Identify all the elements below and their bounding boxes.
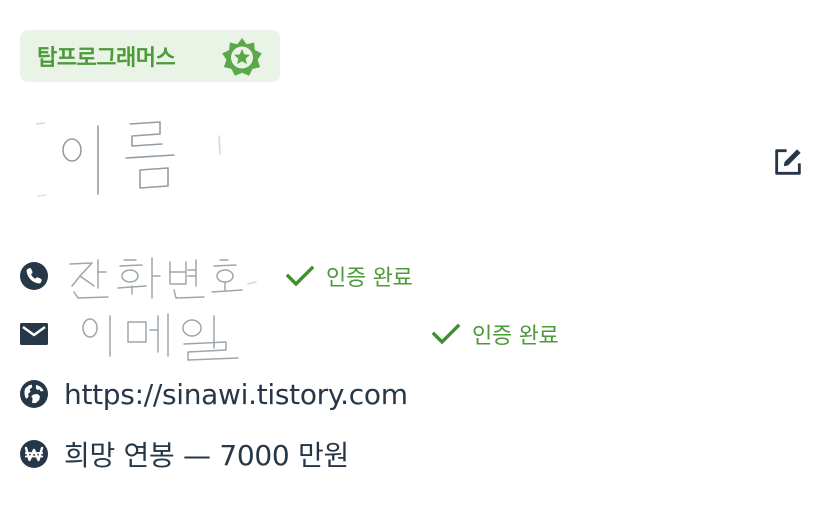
website-row: https://sinawi.tistory.com [18,374,518,414]
phone-signature [69,257,257,299]
website-link[interactable]: https://sinawi.tistory.com [64,378,408,411]
email-verified-label: 인증 완료 [472,324,559,349]
top-programmers-badge: 탑프로그래머스 [20,30,280,82]
email-verified-status: 인증 완료 [432,318,559,350]
salary-row: 희망 연봉 — 7000 만원 [18,434,518,474]
won-icon [18,438,50,470]
mail-icon [18,318,50,350]
email-signature [82,313,239,361]
phone-verified-status: 인증 완료 [286,260,413,292]
star-badge-icon [222,38,262,76]
desired-salary: 희망 연봉 — 7000 만원 [64,439,349,472]
badge-label: 탑프로그래머스 [37,46,176,71]
phone-icon [18,260,50,292]
phone-row: 인증 완료 [18,256,468,299]
check-icon [432,323,460,345]
email-row: 인증 완료 [18,313,618,361]
edit-profile-button[interactable] [768,142,808,182]
edit-icon [775,149,801,175]
check-icon [286,265,314,287]
globe-icon [18,378,50,410]
phone-verified-label: 인증 완료 [326,266,413,291]
name-signature [36,121,221,197]
